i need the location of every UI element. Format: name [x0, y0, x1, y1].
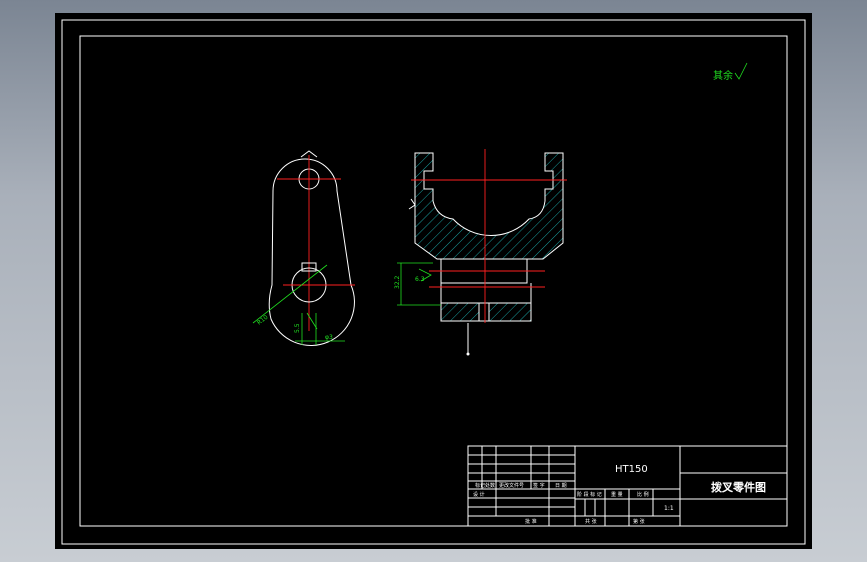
- drawing-canvas: 其余 R10 φ3 5.5 32.2 6.3 标记 处数 更改文件号 签 字 日…: [61, 19, 806, 545]
- lever-outline: [268, 158, 355, 346]
- roughness-value: 6.3: [415, 276, 425, 283]
- front-view: R10 φ3 5.5: [252, 150, 355, 346]
- title-block: 标记 处数 更改文件号 签 字 日 期 设 计 阶 段 标 记 重 量 比 例 …: [467, 445, 788, 527]
- label-date: 日 期: [555, 483, 567, 489]
- section-view: 32.2 6.3: [394, 149, 567, 356]
- section-dot: [466, 352, 470, 356]
- base-slot: [478, 302, 490, 322]
- small-tick: [408, 198, 416, 210]
- roughness-note: 其余: [713, 62, 748, 82]
- label-weight: 重 量: [611, 491, 623, 498]
- outer-border: [61, 19, 806, 545]
- fork-section: [414, 152, 564, 260]
- label-change-doc: 更改文件号: [499, 482, 524, 489]
- part-name-label: 拨叉零件图: [711, 480, 766, 494]
- width-dimension: 5.5: [294, 323, 301, 333]
- label-design: 设 计: [473, 491, 485, 498]
- dia-dimension: φ3: [325, 334, 333, 341]
- label-mark: 标记: [475, 482, 485, 489]
- scale-value: 1:1: [664, 505, 674, 512]
- roughness-symbol-icon: [734, 62, 748, 80]
- material-label: HT150: [615, 464, 648, 475]
- label-sheet-count: 共 张: [585, 518, 597, 525]
- label-stage-mark: 阶 段 标 记: [577, 491, 602, 498]
- drawing-viewport[interactable]: 其余 R10 φ3 5.5 32.2 6.3 标记 处数 更改文件号 签 字 日…: [55, 13, 812, 549]
- label-signature: 签 字: [533, 482, 545, 489]
- label-count: 处数: [485, 482, 495, 489]
- label-ratio: 比 例: [637, 491, 649, 498]
- chamfer-mark: [306, 312, 318, 330]
- height-dimension: 32.2: [394, 275, 401, 289]
- radius-dimension: R10: [256, 314, 270, 327]
- inner-border: [79, 35, 788, 527]
- label-approval: 批 准: [525, 518, 537, 525]
- label-sheet: 第 张: [633, 518, 645, 525]
- roughness-text: 其余: [713, 69, 733, 82]
